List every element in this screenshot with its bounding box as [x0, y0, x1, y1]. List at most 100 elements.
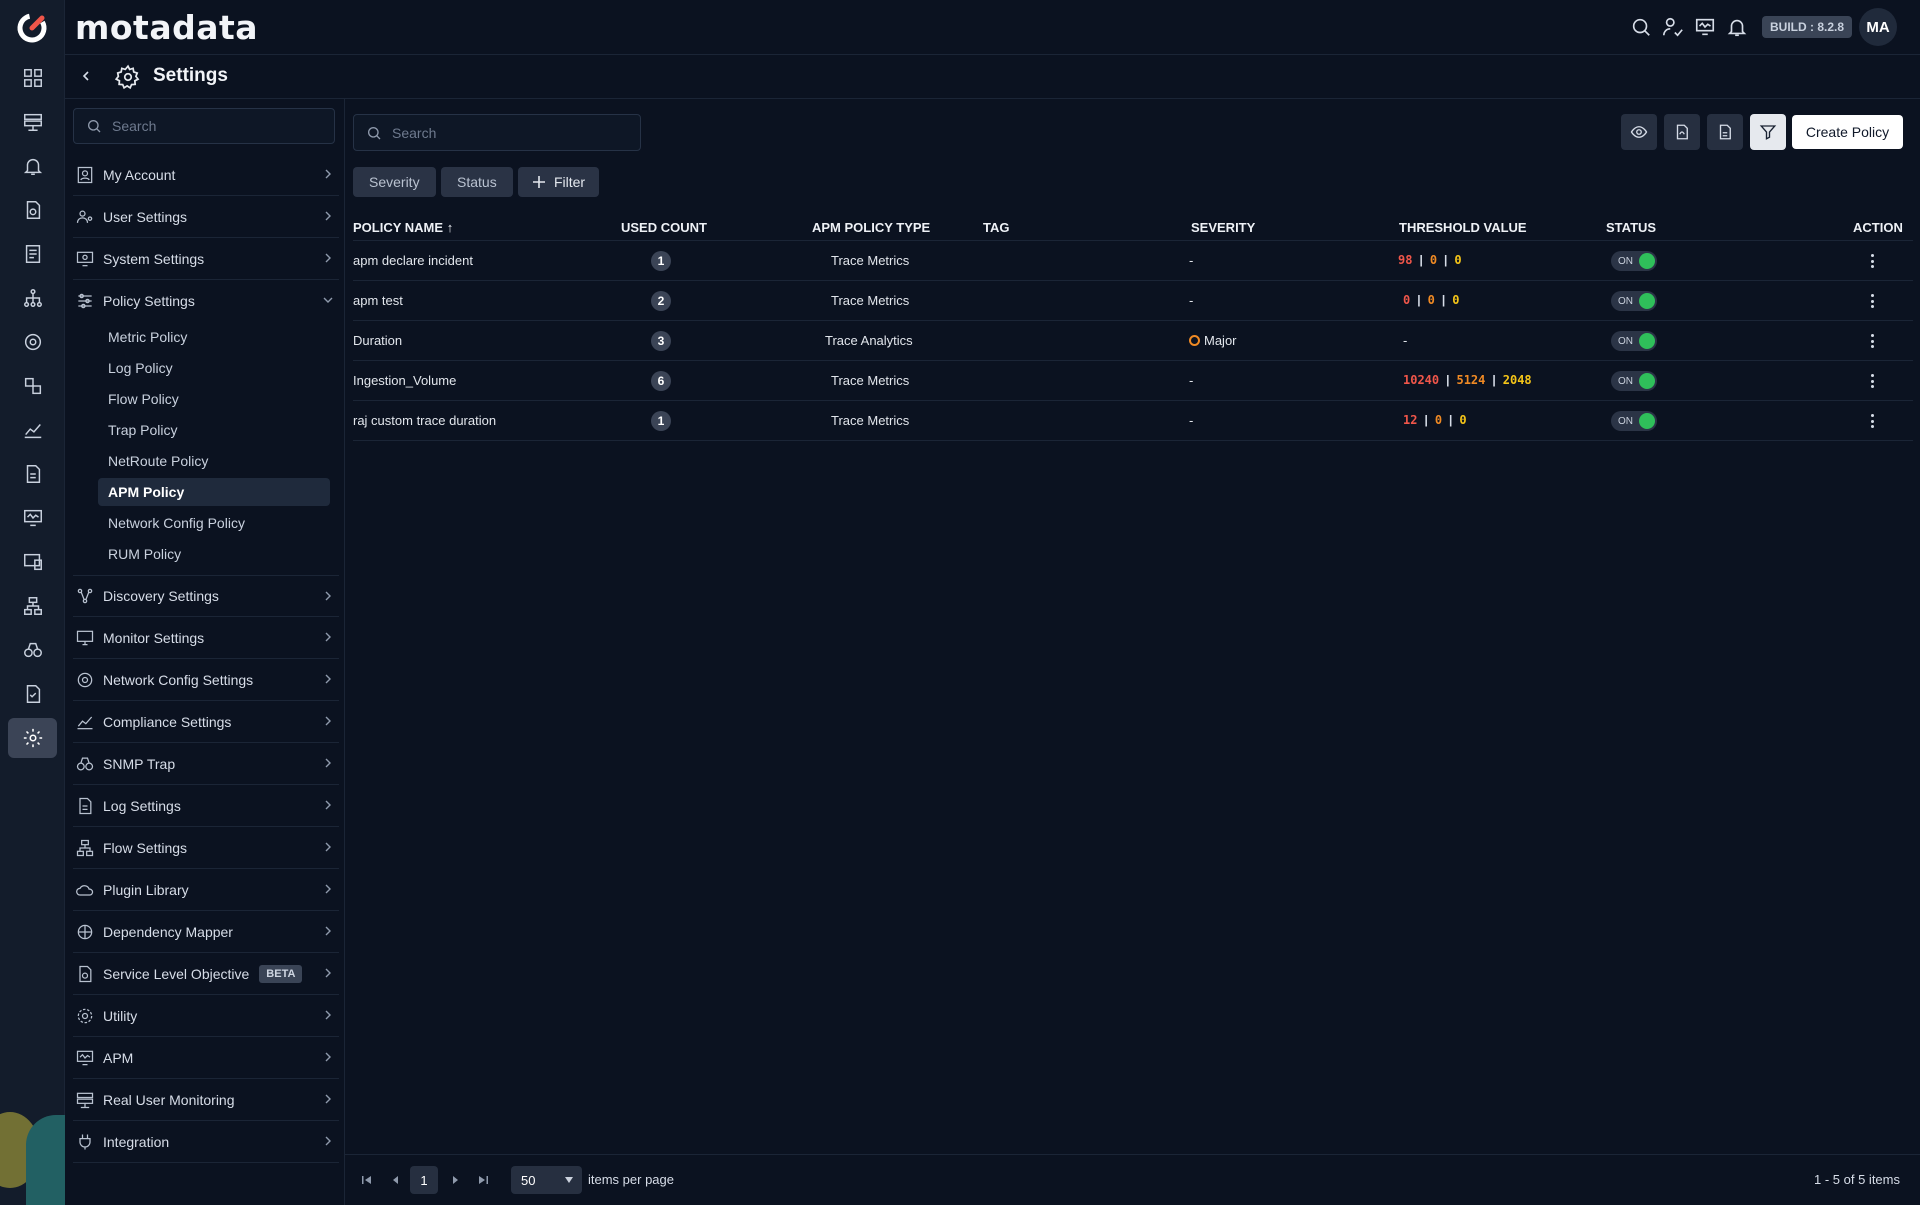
sidebar-item-dependency-mapper[interactable]: Dependency Mapper [73, 911, 339, 953]
policy-type: Trace Metrics [831, 373, 910, 388]
view-button[interactable] [1621, 114, 1657, 150]
column-header-severity[interactable]: SEVERITY [1191, 220, 1255, 235]
sidebar-item-discovery-settings[interactable]: Discovery Settings [73, 575, 339, 617]
table-row[interactable]: raj custom trace duration 1 Trace Metric… [353, 401, 1913, 441]
sidebar-item-integration[interactable]: Integration [73, 1121, 339, 1163]
table-row[interactable]: apm test 2 Trace Metrics - 0 | 0 | 0 ON [353, 281, 1913, 321]
status-toggle[interactable]: ON [1611, 291, 1657, 311]
policy-name[interactable]: apm declare incident [353, 253, 473, 268]
sidebar-search[interactable] [73, 108, 335, 144]
policy-name[interactable]: Duration [353, 333, 402, 348]
sidebar-item-system-settings[interactable]: System Settings [73, 238, 339, 280]
first-page-icon[interactable] [359, 1172, 375, 1188]
back-button[interactable] [75, 65, 97, 87]
chart-rail-icon[interactable] [8, 410, 57, 450]
user-avatar[interactable]: MA [1859, 8, 1897, 46]
sidebar-item-snmp-trap[interactable]: SNMP Trap [73, 743, 339, 785]
sidebar-sub-metric-policy[interactable]: Metric Policy [98, 323, 330, 351]
column-header-used-count[interactable]: USED COUNT [621, 220, 707, 235]
apm-rail-icon[interactable] [8, 498, 57, 538]
export-csv-button[interactable] [1707, 114, 1743, 150]
prev-page-icon[interactable] [388, 1172, 404, 1188]
severity-filter-chip[interactable]: Severity [353, 167, 436, 197]
topology-icon[interactable] [8, 278, 57, 318]
flow-rail-icon[interactable] [8, 366, 57, 406]
log-icon[interactable] [8, 234, 57, 274]
filter-toggle-button[interactable] [1750, 114, 1786, 150]
policy-search[interactable] [353, 114, 641, 151]
threshold-values: 10240 | 5124 | 2048 [1403, 373, 1532, 387]
status-toggle[interactable]: ON [1611, 411, 1657, 431]
chevron-right-icon [325, 674, 331, 684]
column-header-status[interactable]: STATUS [1606, 220, 1656, 235]
status-toggle[interactable]: ON [1611, 331, 1657, 351]
table-row[interactable]: Ingestion_Volume 6 Trace Metrics - 10240… [353, 361, 1913, 401]
per-page-select[interactable]: 50 [511, 1166, 582, 1194]
settings-gear-rail-icon[interactable] [8, 718, 57, 758]
sidebar-search-input[interactable] [112, 118, 312, 134]
sidebar-item-monitor-settings[interactable]: Monitor Settings [73, 617, 339, 659]
sidebar-item-flow-settings[interactable]: Flow Settings [73, 827, 339, 869]
sidebar-sub-rum-policy[interactable]: RUM Policy [98, 540, 330, 568]
status-toggle[interactable]: ON [1611, 251, 1657, 271]
chevron-right-icon [325, 716, 331, 726]
sidebar-item-plugin-library[interactable]: Plugin Library [73, 869, 339, 911]
flow-network-rail-icon[interactable] [8, 586, 57, 626]
table-row[interactable]: apm declare incident 1 Trace Metrics - 9… [353, 241, 1913, 281]
current-page[interactable]: 1 [410, 1166, 438, 1194]
table-row[interactable]: Duration 3 Trace Analytics Major - ON [353, 321, 1913, 361]
threshold-critical: 98 [1398, 253, 1413, 267]
column-header-policy-name[interactable]: POLICY NAME ↑ [353, 220, 453, 235]
row-actions-kebab-icon[interactable] [1867, 332, 1877, 350]
sidebar-sub-network-config-policy[interactable]: Network Config Policy [98, 509, 330, 537]
policy-name[interactable]: apm test [353, 293, 403, 308]
row-actions-kebab-icon[interactable] [1867, 372, 1877, 390]
sidebar-item-network-config-settings[interactable]: Network Config Settings [73, 659, 339, 701]
sidebar-item-compliance-settings[interactable]: Compliance Settings [73, 701, 339, 743]
audit-rail-icon[interactable] [8, 674, 57, 714]
sidebar-item-my-account[interactable]: My Account [73, 154, 339, 196]
column-header-threshold-value[interactable]: THRESHOLD VALUE [1399, 220, 1527, 235]
create-policy-button[interactable]: Create Policy [1792, 115, 1903, 149]
row-actions-kebab-icon[interactable] [1867, 252, 1877, 270]
policy-name[interactable]: raj custom trace duration [353, 413, 496, 428]
devices-rail-icon[interactable] [8, 542, 57, 582]
sidebar-item-apm[interactable]: APM [73, 1037, 339, 1079]
document-rail-icon[interactable] [8, 454, 57, 494]
sidebar-item-utility[interactable]: Utility [73, 995, 339, 1037]
status-filter-chip[interactable]: Status [441, 167, 513, 197]
inventory-icon[interactable] [8, 102, 57, 142]
sidebar-sub-log-policy[interactable]: Log Policy [98, 354, 330, 382]
sidebar-sub-flow-policy[interactable]: Flow Policy [98, 385, 330, 413]
sidebar-item-user-settings[interactable]: User Settings [73, 196, 339, 238]
network-config-rail-icon[interactable] [8, 322, 57, 362]
sidebar-sub-apm-policy[interactable]: APM Policy [98, 478, 330, 506]
sidebar-item-log-settings[interactable]: Log Settings [73, 785, 339, 827]
column-header-tag[interactable]: TAG [983, 220, 1009, 235]
alert-bell-icon[interactable] [8, 146, 57, 186]
column-header-apm-policy-type[interactable]: APM POLICY TYPE [812, 220, 930, 235]
report-search-icon[interactable] [8, 190, 57, 230]
row-actions-kebab-icon[interactable] [1867, 412, 1877, 430]
sidebar-item-real-user-monitoring[interactable]: Real User Monitoring [73, 1079, 339, 1121]
notification-bell-icon[interactable] [1724, 14, 1750, 40]
sidebar-item-policy-settings[interactable]: Policy Settings [73, 280, 339, 322]
search-icon[interactable] [1628, 14, 1654, 40]
sidebar-sub-trap-policy[interactable]: Trap Policy [98, 416, 330, 444]
dashboard-icon[interactable] [8, 58, 57, 98]
binoculars-rail-icon[interactable] [8, 630, 57, 670]
policy-search-input[interactable] [392, 124, 592, 141]
user-check-icon[interactable] [1660, 14, 1686, 40]
export-pdf-button[interactable] [1664, 114, 1700, 150]
add-filter-button[interactable]: Filter [518, 167, 599, 197]
policy-name[interactable]: Ingestion_Volume [353, 373, 456, 388]
row-actions-kebab-icon[interactable] [1867, 292, 1877, 310]
motadata-logo-icon[interactable] [16, 12, 48, 44]
next-page-icon[interactable] [447, 1172, 463, 1188]
monitor-activity-icon[interactable] [1692, 14, 1718, 40]
sidebar-item-service-level-objective[interactable]: Service Level Objective BETA [73, 953, 339, 995]
status-toggle[interactable]: ON [1611, 371, 1657, 391]
last-page-icon[interactable] [475, 1172, 491, 1188]
sidebar-sub-netroute-policy[interactable]: NetRoute Policy [98, 447, 330, 475]
funnel-icon [1759, 125, 1777, 140]
